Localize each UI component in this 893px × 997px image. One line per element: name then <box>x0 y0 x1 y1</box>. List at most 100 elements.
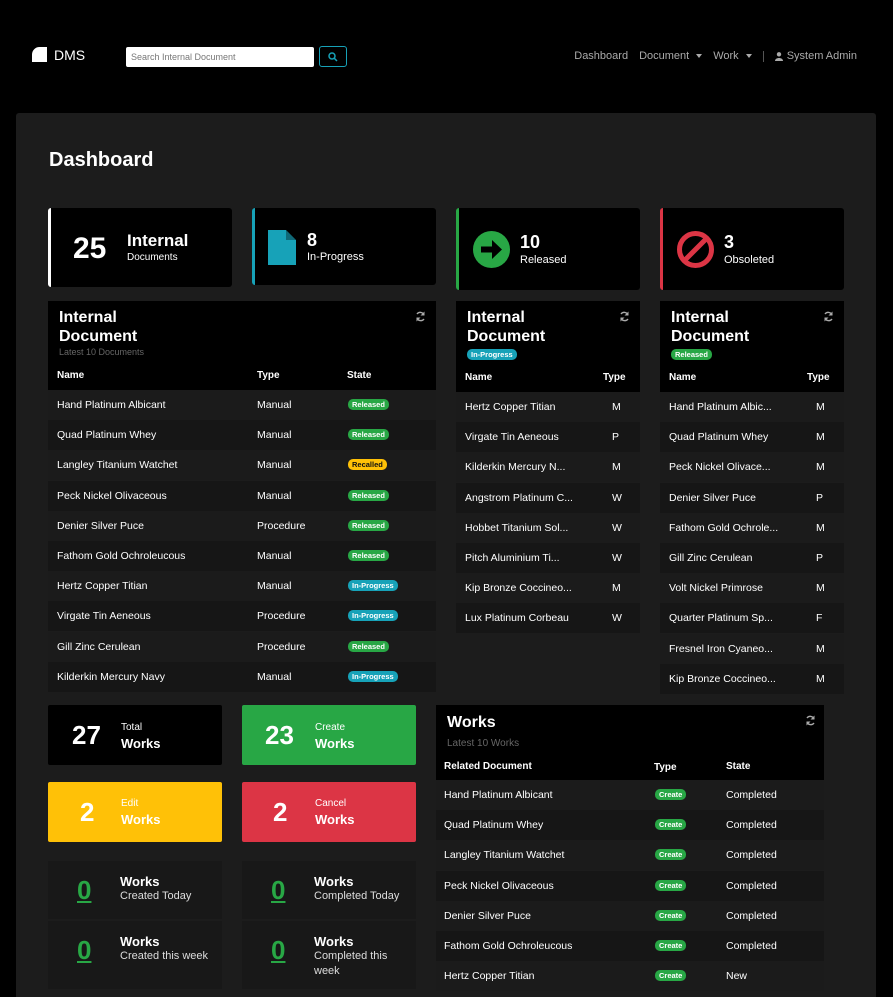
cell-type: P <box>612 431 620 444</box>
works-completed-today[interactable]: 0 Works Completed Today <box>242 861 416 919</box>
table-row[interactable]: Fresnel Iron Cyaneo... M <box>660 633 844 664</box>
table-row[interactable]: Kip Bronze Coccineo... M <box>660 663 844 694</box>
table-row[interactable]: Quad Platinum Whey Create Completed <box>436 810 824 841</box>
status-badge: Released <box>348 519 389 531</box>
cell-type: Procedure <box>257 519 306 532</box>
stat-obsoleted[interactable]: 3 Obsoleted <box>660 208 844 290</box>
table-row[interactable]: Angstrom Platinum C... W <box>456 482 640 513</box>
panel-subtitle: Latest 10 Works <box>447 738 520 749</box>
column-header-type: Type <box>603 372 626 383</box>
summary-value[interactable]: 0 <box>271 935 285 966</box>
cell-type: M <box>816 521 825 534</box>
panel-title: Internal Document <box>467 309 546 345</box>
table-row[interactable]: Virgate Tin Aeneous P <box>456 422 640 453</box>
works-created-this-week[interactable]: 0 Works Created this week <box>48 921 222 989</box>
table-row[interactable]: Quarter Platinum Sp... F <box>660 603 844 634</box>
refresh-icon[interactable] <box>805 715 816 726</box>
cell-name: Peck Nickel Olivace... <box>669 461 771 474</box>
brand[interactable]: DMS <box>31 46 85 63</box>
table-row[interactable]: Virgate Tin Aeneous Procedure In-Progress <box>48 601 436 632</box>
table-row[interactable]: Volt Nickel Primrose M <box>660 573 844 604</box>
table-row[interactable]: Hertz Copper Titian M <box>456 392 640 422</box>
table-row[interactable]: Gill Zinc Cerulean P <box>660 543 844 573</box>
table-row[interactable]: Hand Platinum Albicant Manual Released <box>48 390 436 420</box>
column-header-state: State <box>726 761 751 772</box>
table-row[interactable]: Pitch Aluminium Ti... W <box>456 543 640 573</box>
table-row[interactable]: Hand Platinum Albic... M <box>660 392 844 422</box>
card-label: Total <box>121 722 143 733</box>
type-badge: Create <box>655 789 687 800</box>
cell-related-document: Hertz Copper Titian <box>444 970 535 983</box>
table-row[interactable]: Hertz Copper Titian Manual In-Progress <box>48 571 436 602</box>
nav-document[interactable]: Document <box>639 50 703 62</box>
panel-header: Internal Document Released Name Type <box>660 301 844 392</box>
cancel-works-card[interactable]: 2 Cancel Works <box>242 782 416 842</box>
table-row[interactable]: Langley Titanium Watchet Manual Recalled <box>48 450 436 481</box>
create-works-card[interactable]: 23 Create Works <box>242 705 416 765</box>
type-badge: Create <box>655 970 687 982</box>
nav-dashboard[interactable]: Dashboard <box>574 50 628 62</box>
table-row[interactable]: Gill Zinc Cerulean Procedure Released <box>48 631 436 662</box>
search-input[interactable] <box>126 47 314 67</box>
stat-released[interactable]: 10 Released <box>456 208 640 290</box>
nav-user[interactable]: System Admin <box>774 50 857 62</box>
table-row[interactable]: Denier Silver Puce Create Completed <box>436 900 824 931</box>
table-row[interactable]: Kip Bronze Coccineo... M <box>456 573 640 604</box>
cell-type: W <box>612 521 622 534</box>
cell-type: Manual <box>257 580 292 593</box>
works-created-today[interactable]: 0 Works Created Today <box>48 861 222 919</box>
table-row[interactable]: Hobbet Titanium Sol... W <box>456 512 640 543</box>
cell-state: Completed <box>726 909 777 922</box>
cell-type: Manual <box>257 459 292 472</box>
nav-document-label: Document <box>639 50 690 62</box>
stat-internal-documents[interactable]: 25 Internal Documents <box>48 208 232 287</box>
stat-value: 3 <box>724 232 735 252</box>
nav-work[interactable]: Work <box>713 50 752 62</box>
status-badge: Released <box>348 399 389 410</box>
status-badge: Released <box>348 429 389 441</box>
cell-state: Completed <box>726 849 777 862</box>
works-completed-this-week[interactable]: 0 Works Completed this week <box>242 921 416 989</box>
arrow-right-circle-icon <box>473 231 510 268</box>
table-row[interactable]: Denier Silver Puce P <box>660 482 844 513</box>
table-row[interactable]: Langley Titanium Watchet Create Completed <box>436 840 824 871</box>
refresh-icon[interactable] <box>415 311 426 322</box>
cell-state: Completed <box>726 789 777 801</box>
table-row[interactable]: Peck Nickel Olivaceous Create Completed <box>436 870 824 901</box>
table-row[interactable]: Fathom Gold Ochroleucous Create Completed <box>436 931 824 961</box>
cell-type: W <box>612 612 622 625</box>
status-badge: Released <box>348 489 389 501</box>
table-row[interactable]: Kilderkin Mercury Navy Manual In-Progress <box>48 661 436 692</box>
stat-in-progress[interactable]: 8 In-Progress <box>252 208 436 285</box>
cell-name: Lux Platinum Corbeau <box>465 612 569 625</box>
chevron-down-icon <box>696 54 703 58</box>
search-button[interactable] <box>319 46 347 67</box>
table-row[interactable]: Peck Nickel Olivace... M <box>660 452 844 483</box>
table-row[interactable]: Lux Platinum Corbeau W <box>456 603 640 634</box>
card-label: Edit <box>121 798 139 809</box>
table-row[interactable]: Peck Nickel Olivaceous Manual Released <box>48 480 436 511</box>
cell-name: Kilderkin Mercury N... <box>465 461 566 474</box>
edit-works-card[interactable]: 2 Edit Works <box>48 782 222 842</box>
cell-related-document: Peck Nickel Olivaceous <box>444 879 554 892</box>
page-title: Dashboard <box>49 149 154 171</box>
status-badge: In-Progress <box>348 670 398 682</box>
stat-label: Released <box>520 254 567 266</box>
table-row[interactable]: Denier Silver Puce Procedure Released <box>48 510 436 541</box>
table-row[interactable]: Fathom Gold Ochroleucous Manual Released <box>48 541 436 571</box>
table-row[interactable]: Kilderkin Mercury N... M <box>456 452 640 483</box>
summary-value[interactable]: 0 <box>77 935 91 966</box>
total-works-card[interactable]: 27 Total Works <box>48 705 222 765</box>
refresh-icon[interactable] <box>823 311 834 322</box>
table-row[interactable]: Hand Platinum Albicant Create Completed <box>436 780 824 810</box>
table-row[interactable]: Quad Platinum Whey M <box>660 422 844 453</box>
table-row[interactable]: Quad Platinum Whey Manual Released <box>48 420 436 451</box>
summary-value[interactable]: 0 <box>271 875 285 906</box>
table-row[interactable]: Hertz Copper Titian Create New <box>436 961 824 992</box>
panel-title: Internal Document <box>671 309 750 345</box>
refresh-icon[interactable] <box>619 311 630 322</box>
table-row[interactable]: Fathom Gold Ochrole... M <box>660 512 844 543</box>
summary-value[interactable]: 0 <box>77 875 91 906</box>
cell-type: Procedure <box>257 640 306 653</box>
cell-type: M <box>612 461 621 474</box>
